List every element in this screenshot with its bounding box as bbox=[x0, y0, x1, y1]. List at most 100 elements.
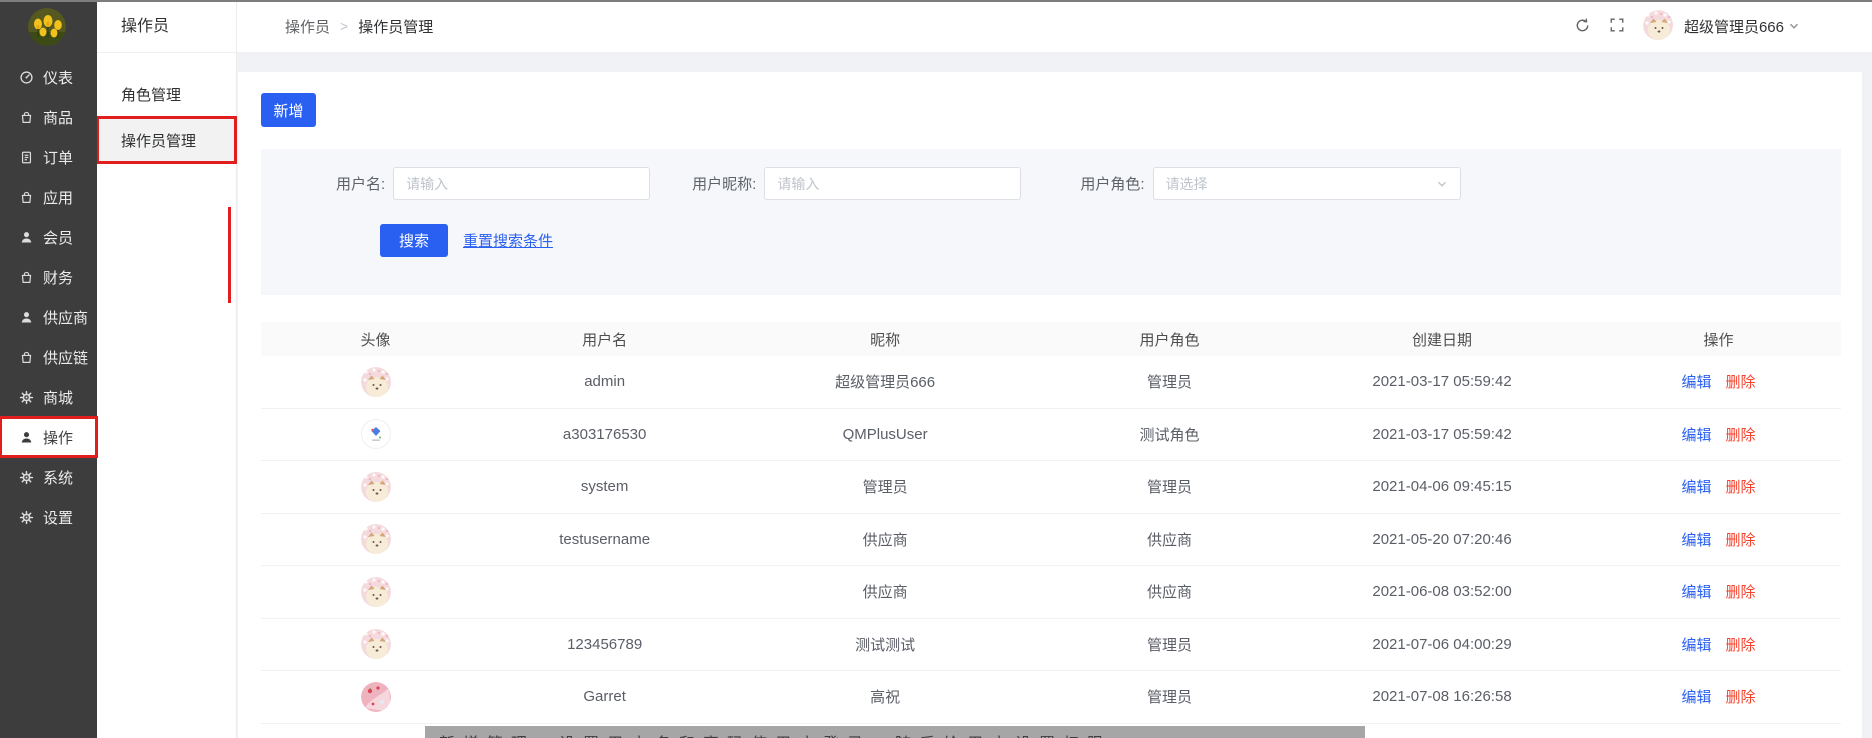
delete-link[interactable]: 删除 bbox=[1726, 686, 1756, 707]
sidebar-item-label: 供应商 bbox=[43, 307, 88, 328]
sidebar-item-label: 商品 bbox=[43, 107, 73, 128]
search-form-row: 用户名: 用户昵称: 用户角色: 请选择 bbox=[336, 167, 1461, 200]
breadcrumb-parent[interactable]: 操作员 bbox=[285, 16, 330, 37]
edit-link[interactable]: 编辑 bbox=[1682, 371, 1712, 392]
sidebar-item-label: 仪表 bbox=[43, 67, 73, 88]
sidebar-item-operations[interactable]: 操作 bbox=[0, 417, 97, 457]
reset-search-link[interactable]: 重置搜索条件 bbox=[463, 230, 553, 251]
edit-link[interactable]: 编辑 bbox=[1682, 476, 1712, 497]
delete-link[interactable]: 删除 bbox=[1726, 581, 1756, 602]
cell-nickname: 供应商 bbox=[719, 529, 1051, 550]
top-header: 操作员 > 操作员管理 超级管理员666 bbox=[237, 0, 1872, 53]
cell-created-date: 2021-03-17 05:59:42 bbox=[1288, 373, 1596, 390]
role-select-placeholder: 请选择 bbox=[1166, 174, 1436, 194]
cell-username: Garret bbox=[490, 688, 719, 705]
gear-icon bbox=[19, 390, 34, 405]
delete-link[interactable]: 删除 bbox=[1726, 634, 1756, 655]
avatar-dog bbox=[361, 577, 391, 607]
cell-role: 管理员 bbox=[1051, 686, 1288, 707]
gear-icon bbox=[19, 510, 34, 525]
avatar-pink bbox=[361, 682, 391, 712]
table-row: 123456789 测试测试 管理员 2021-07-06 04:00:29 编… bbox=[261, 619, 1841, 672]
sidebar-item-supply-chain[interactable]: 供应链 bbox=[0, 337, 97, 377]
sidebar-item-settings[interactable]: 设置 bbox=[0, 497, 97, 537]
sidebar-item-label: 供应链 bbox=[43, 347, 88, 368]
secondary-sidebar: 操作员 角色管理 操作员管理 bbox=[97, 0, 237, 738]
table-row: system 管理员 管理员 2021-04-06 09:45:15 编辑 删除 bbox=[261, 461, 1841, 514]
sidebar-item-label: 设置 bbox=[43, 507, 73, 528]
cell-username: 123456789 bbox=[490, 636, 719, 653]
submenu-item-label: 操作员管理 bbox=[121, 130, 196, 151]
cell-nickname: QMPlusUser bbox=[719, 426, 1051, 443]
cell-created-date: 2021-03-17 05:59:42 bbox=[1288, 426, 1596, 443]
edit-link[interactable]: 编辑 bbox=[1682, 686, 1712, 707]
edit-link[interactable]: 编辑 bbox=[1682, 529, 1712, 550]
cell-created-date: 2021-07-06 04:00:29 bbox=[1288, 636, 1596, 653]
app-logo[interactable] bbox=[28, 8, 66, 46]
table-row: 供应商 供应商 2021-06-08 03:52:00 编辑 删除 bbox=[261, 566, 1841, 619]
edit-link[interactable]: 编辑 bbox=[1682, 424, 1712, 445]
submenu-item-label: 角色管理 bbox=[121, 84, 181, 105]
avatar-dog bbox=[361, 629, 391, 659]
cell-username: testusername bbox=[490, 531, 719, 548]
search-panel: 用户名: 用户昵称: 用户角色: 请选择 搜索 重置搜索条件 bbox=[261, 149, 1841, 295]
nickname-field-group: 用户昵称: bbox=[692, 167, 1021, 200]
nickname-label: 用户昵称: bbox=[692, 173, 756, 194]
delete-link[interactable]: 删除 bbox=[1726, 424, 1756, 445]
cell-created-date: 2021-04-06 09:45:15 bbox=[1288, 478, 1596, 495]
cell-nickname: 管理员 bbox=[719, 476, 1051, 497]
username-input[interactable] bbox=[393, 167, 650, 200]
sidebar-item-supplier[interactable]: 供应商 bbox=[0, 297, 97, 337]
sidebar-item-label: 财务 bbox=[43, 267, 73, 288]
sidebar-item-dashboard[interactable]: 仪表 bbox=[0, 57, 97, 97]
window-top-border bbox=[0, 0, 1872, 2]
edit-link[interactable]: 编辑 bbox=[1682, 581, 1712, 602]
table-row: admin 超级管理员666 管理员 2021-03-17 05:59:42 编… bbox=[261, 356, 1841, 409]
sidebar-item-members[interactable]: 会员 bbox=[0, 217, 97, 257]
edit-link[interactable]: 编辑 bbox=[1682, 634, 1712, 655]
sidebar-item-system[interactable]: 系统 bbox=[0, 457, 97, 497]
sidebar-item-apps[interactable]: 应用 bbox=[0, 177, 97, 217]
fullscreen-icon[interactable] bbox=[1609, 17, 1627, 35]
delete-link[interactable]: 删除 bbox=[1726, 529, 1756, 550]
chevron-down-icon bbox=[1788, 20, 1800, 32]
cell-role: 管理员 bbox=[1051, 476, 1288, 497]
sidebar-item-orders[interactable]: 订单 bbox=[0, 137, 97, 177]
user-menu[interactable]: 超级管理员666 bbox=[1643, 10, 1800, 43]
search-button[interactable]: 搜索 bbox=[380, 224, 448, 257]
bag-icon bbox=[19, 270, 34, 285]
sidebar-item-finance[interactable]: 财务 bbox=[0, 257, 97, 297]
cell-username: a303176530 bbox=[490, 426, 719, 443]
primary-nav: 仪表 商品 订单 应用 会员 财务 供应商 供应链 商城 操作 bbox=[0, 57, 97, 537]
logo-image bbox=[28, 33, 66, 46]
add-button[interactable]: 新增 bbox=[261, 93, 316, 127]
submenu-item-role-management[interactable]: 角色管理 bbox=[97, 71, 236, 117]
sidebar-item-goods[interactable]: 商品 bbox=[0, 97, 97, 137]
sidebar-item-mall[interactable]: 商城 bbox=[0, 377, 97, 417]
column-header-username: 用户名 bbox=[490, 329, 719, 350]
role-select[interactable]: 请选择 bbox=[1153, 167, 1461, 200]
breadcrumb-separator-icon: > bbox=[340, 18, 348, 34]
cell-role: 管理员 bbox=[1051, 634, 1288, 655]
username-field-group: 用户名: bbox=[336, 167, 650, 200]
header-actions: 超级管理员666 bbox=[1574, 10, 1800, 43]
cell-created-date: 2021-07-08 16:26:58 bbox=[1288, 688, 1596, 705]
cell-nickname: 高祝 bbox=[719, 686, 1051, 707]
delete-link[interactable]: 删除 bbox=[1726, 476, 1756, 497]
submenu-item-operator-management[interactable]: 操作员管理 bbox=[97, 117, 236, 163]
operators-table: 头像 用户名 昵称 用户角色 创建日期 操作 admin 超级管理员666 管理… bbox=[261, 322, 1841, 724]
user-avatar bbox=[1643, 10, 1676, 43]
cell-role: 供应商 bbox=[1051, 581, 1288, 602]
avatar-dog bbox=[361, 524, 391, 554]
user-icon bbox=[19, 310, 34, 325]
nickname-input[interactable] bbox=[764, 167, 1021, 200]
sidebar-item-label: 订单 bbox=[43, 147, 73, 168]
role-field-group: 用户角色: 请选择 bbox=[1080, 167, 1460, 200]
delete-link[interactable]: 删除 bbox=[1726, 371, 1756, 392]
sidebar-item-label: 会员 bbox=[43, 227, 73, 248]
chevron-down-icon bbox=[1436, 178, 1448, 190]
clipboard-icon bbox=[19, 150, 34, 165]
user-name: 超级管理员666 bbox=[1684, 16, 1784, 37]
user-icon bbox=[19, 230, 34, 245]
refresh-icon[interactable] bbox=[1574, 17, 1592, 35]
